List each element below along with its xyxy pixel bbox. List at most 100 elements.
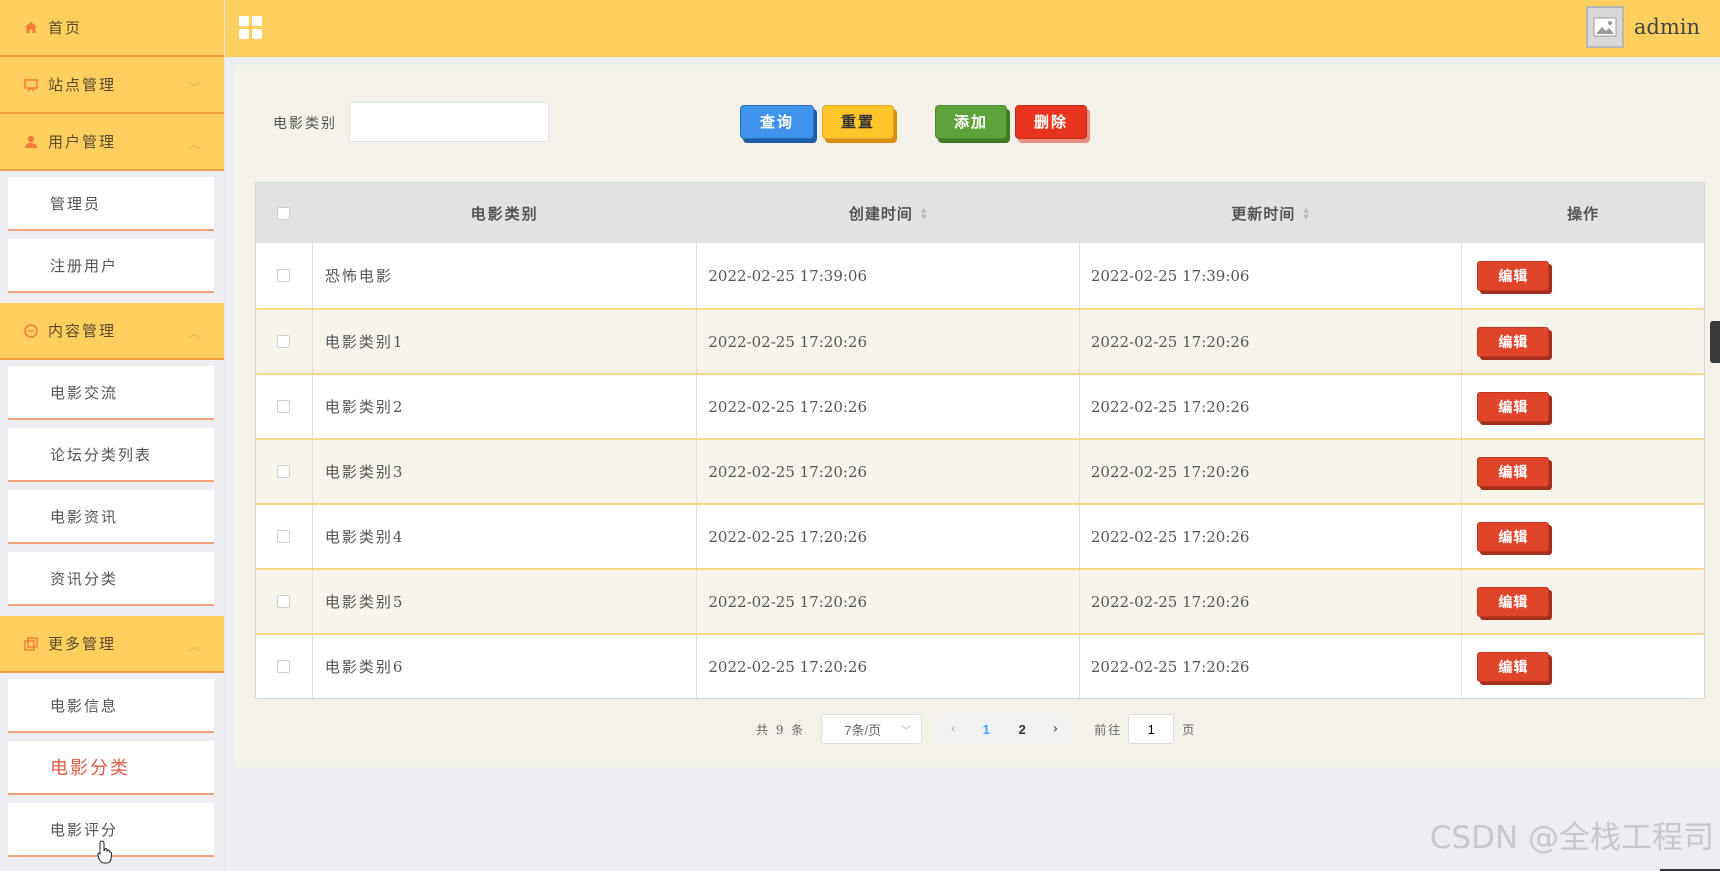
updated-cell: 2022-02-25 17:20:26 [1080, 375, 1463, 438]
home-icon [22, 19, 40, 37]
sidebar-group-content[interactable]: 内容管理 ︿ [0, 303, 224, 360]
table-row: 电影类别5 2022-02-25 17:20:26 2022-02-25 17:20… [256, 568, 1704, 633]
next-page-button[interactable]: › [1040, 714, 1071, 744]
header-created[interactable]: 创建时间 ▲ ▼ [697, 183, 1080, 243]
created-cell: 2022-02-25 17:20:26 [697, 310, 1080, 373]
pagination: 共 9 条 7条/页 ﹀ ‹ 1 2 › 前往 页 [756, 714, 1194, 744]
category-cell: 电影类别4 [313, 505, 698, 568]
table-row: 电影类别2 2022-02-25 17:20:26 2022-02-25 17:20… [256, 373, 1704, 438]
sidebar-item-movie-categories[interactable]: 电影分类 [8, 741, 214, 795]
row-checkbox[interactable] [277, 660, 291, 673]
column-label: 创建时间 [848, 204, 913, 223]
reset-button[interactable]: 重置 [822, 105, 894, 139]
created-value: 2022-02-25 17:20:26 [708, 592, 868, 611]
chevron-up-icon: ︿ [189, 138, 202, 151]
row-checkbox[interactable] [277, 465, 291, 478]
page-jump-input[interactable] [1128, 714, 1175, 744]
edit-button[interactable]: 编辑 [1477, 391, 1550, 422]
sidebar-item-news-categories[interactable]: 资讯分类 [8, 552, 214, 606]
side-drawer-handle[interactable] [1710, 321, 1720, 363]
avatar [1585, 6, 1624, 48]
actions-cell: 编辑 [1462, 440, 1704, 503]
delete-button[interactable]: 删除 [1015, 105, 1087, 139]
chat-icon [22, 322, 40, 340]
select-all-checkbox[interactable] [277, 206, 291, 220]
edit-button[interactable]: 编辑 [1477, 326, 1550, 357]
edit-button[interactable]: 编辑 [1477, 651, 1550, 682]
edit-button[interactable]: 编辑 [1477, 521, 1550, 552]
sidebar-item-label: 电影评分 [50, 820, 119, 839]
prev-page-button[interactable]: ‹ [938, 714, 969, 744]
updated-cell: 2022-02-25 17:39:06 [1080, 243, 1463, 308]
page-size-value: 7条/页 [844, 722, 882, 738]
updated-value: 2022-02-25 17:20:26 [1090, 592, 1250, 611]
user-menu[interactable]: admin [1585, 6, 1700, 48]
row-select-cell [256, 505, 313, 568]
created-value: 2022-02-25 17:20:26 [708, 657, 868, 676]
sidebar-group-label: 内容管理 [48, 322, 117, 340]
row-select-cell [256, 570, 313, 633]
search-label: 电影类别 [273, 116, 337, 132]
row-select-cell [256, 635, 313, 698]
row-select-cell [256, 375, 313, 438]
created-value: 2022-02-25 17:20:26 [708, 527, 868, 546]
updated-cell: 2022-02-25 17:20:26 [1080, 505, 1463, 568]
chevron-down-icon: ﹀ [189, 81, 202, 94]
header-actions: 操作 [1462, 183, 1704, 243]
sidebar-item-label: 管理员 [50, 194, 102, 213]
created-cell: 2022-02-25 17:20:26 [697, 440, 1080, 503]
actions-cell: 编辑 [1462, 310, 1704, 373]
edit-button[interactable]: 编辑 [1477, 456, 1550, 487]
category-cell: 电影类别1 [313, 310, 698, 373]
edit-button[interactable]: 编辑 [1477, 586, 1550, 617]
category-cell: 电影类别2 [313, 375, 698, 438]
actions-cell: 编辑 [1462, 375, 1704, 438]
sidebar-group-more[interactable]: 更多管理 ︿ [0, 616, 224, 673]
sidebar-item-label: 电影信息 [50, 696, 119, 715]
page-size-select[interactable]: 7条/页 ﹀ [821, 714, 923, 744]
row-checkbox[interactable] [277, 400, 291, 413]
sort-icon[interactable]: ▲ ▼ [921, 206, 927, 220]
table-header: 电影类别 创建时间 ▲ ▼ 更新时间 ▲ ▼ 操作 [256, 183, 1704, 243]
updated-value: 2022-02-25 17:20:26 [1090, 332, 1250, 351]
updated-cell: 2022-02-25 17:20:26 [1080, 310, 1463, 373]
row-checkbox[interactable] [277, 530, 291, 543]
sidebar-item-admins[interactable]: 管理员 [8, 177, 214, 231]
table-row: 电影类别6 2022-02-25 17:20:26 2022-02-25 17:20… [256, 633, 1704, 698]
created-value: 2022-02-25 17:20:26 [708, 332, 868, 351]
row-checkbox[interactable] [277, 595, 291, 608]
main-panel: 电影类别 查询 重置 添加 删除 电影类别 创建时间 ▲ ▼ 更新时间 ▲ ▼ 操作 恐… [234, 65, 1720, 767]
category-search-input[interactable] [349, 102, 549, 142]
created-value: 2022-02-25 17:20:26 [708, 397, 868, 416]
query-button[interactable]: 查询 [740, 105, 814, 139]
copy-icon [22, 635, 40, 653]
sidebar-item-forum-categories[interactable]: 论坛分类列表 [8, 428, 214, 482]
sidebar-item-registered-users[interactable]: 注册用户 [8, 239, 214, 293]
sidebar-item-label: 注册用户 [50, 256, 119, 275]
grid-menu-icon[interactable] [239, 16, 263, 40]
updated-value: 2022-02-25 17:20:26 [1090, 397, 1250, 416]
page-unit-label: 页 [1182, 722, 1195, 737]
table-body: 恐怖电影 2022-02-25 17:39:06 2022-02-25 17:39:… [256, 243, 1704, 698]
sidebar-item-movie-exchange[interactable]: 电影交流 [8, 366, 214, 420]
add-button[interactable]: 添加 [935, 105, 1007, 139]
row-checkbox[interactable] [277, 335, 291, 348]
page-button-2[interactable]: 2 [1004, 714, 1041, 744]
sidebar-group-site[interactable]: 站点管理 ﹀ [0, 57, 224, 114]
sort-icon[interactable]: ▲ ▼ [1303, 206, 1309, 220]
watermark: CSDN @全栈工程司 [1429, 820, 1714, 856]
updated-cell: 2022-02-25 17:20:26 [1080, 440, 1463, 503]
table-row: 电影类别4 2022-02-25 17:20:26 2022-02-25 17:20… [256, 503, 1704, 568]
sidebar-item-movie-info[interactable]: 电影信息 [8, 679, 214, 733]
sidebar-item-movie-news[interactable]: 电影资讯 [8, 490, 214, 544]
category-value: 电影类别5 [324, 593, 405, 611]
actions-cell: 编辑 [1462, 505, 1704, 568]
sidebar-item-home[interactable]: 首页 [0, 0, 224, 57]
page-button-1[interactable]: 1 [968, 714, 1005, 744]
header-updated[interactable]: 更新时间 ▲ ▼ [1080, 183, 1463, 243]
edit-button[interactable]: 编辑 [1477, 260, 1550, 291]
category-table: 电影类别 创建时间 ▲ ▼ 更新时间 ▲ ▼ 操作 恐怖电影 2022-02-25 17:… [255, 182, 1705, 699]
row-checkbox[interactable] [277, 269, 291, 282]
sidebar-group-users[interactable]: 用户管理 ︿ [0, 114, 224, 171]
actions-cell: 编辑 [1462, 243, 1704, 308]
